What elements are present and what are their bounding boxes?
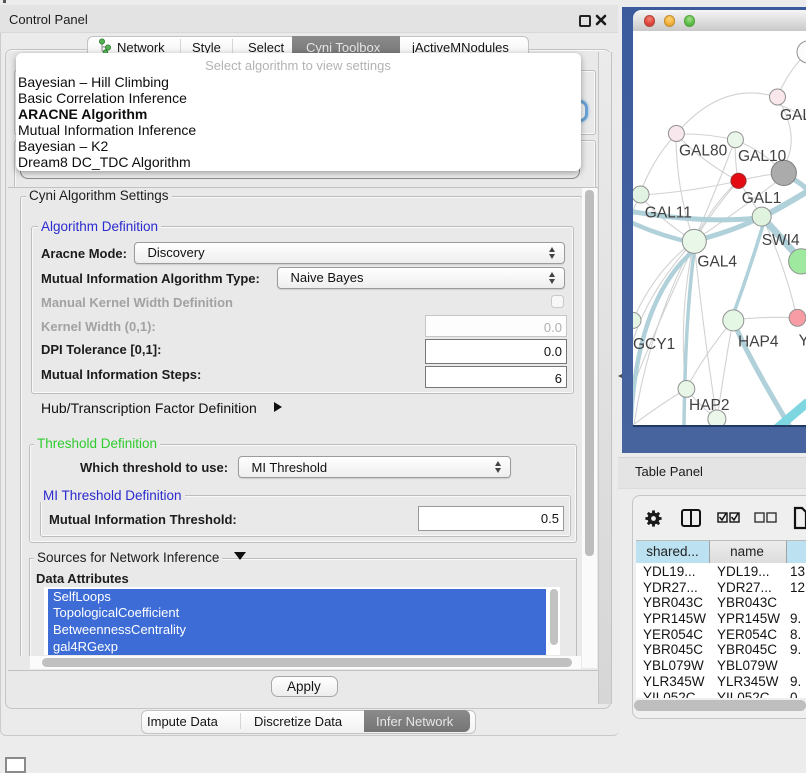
svg-text:GAL1: GAL1 <box>742 190 782 207</box>
svg-text:GCY1: GCY1 <box>633 336 675 353</box>
svg-text:SWI4: SWI4 <box>762 232 800 249</box>
svg-text:GAL: GAL <box>780 107 806 124</box>
svg-text:Y: Y <box>799 333 806 350</box>
svg-text:GAL80: GAL80 <box>679 143 728 160</box>
svg-text:HAP4: HAP4 <box>738 334 779 351</box>
svg-text:GAL11: GAL11 <box>645 205 692 222</box>
svg-text:GAL4: GAL4 <box>697 254 737 271</box>
svg-text:HAP2: HAP2 <box>689 397 730 414</box>
svg-text:GAL10: GAL10 <box>738 148 787 165</box>
